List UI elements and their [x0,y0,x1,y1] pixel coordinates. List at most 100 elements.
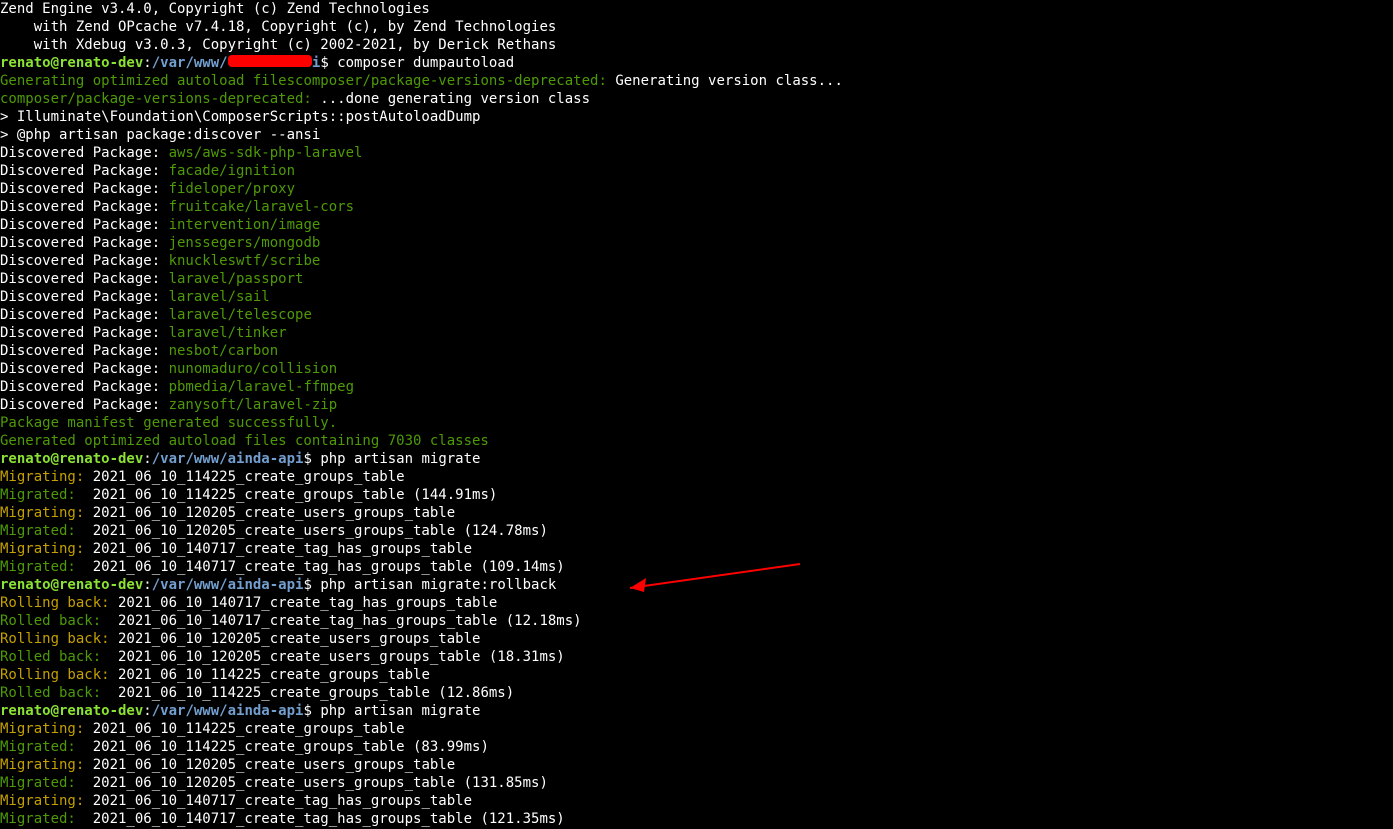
cmd-migrate[interactable]: php artisan migrate [320,451,480,467]
migration-status: Migrated: [0,739,76,755]
migration-line: 2021_06_10_120205_create_users_groups_ta… [76,523,548,539]
discovered-package: fideloper/proxy [169,181,295,197]
prompt-user-host: renato@renato-dev [0,577,143,593]
cwd-path: /var/www/ainda-api [152,703,304,719]
migration-status: Migrating: [0,541,84,557]
cwd-path: /var/www/ainda-api [152,451,304,467]
autoload-generated: Generated optimized autoload files conta… [0,433,489,449]
migration-line: 2021_06_10_114225_create_groups_table (1… [76,487,497,503]
rollback-status: Rolled back: [0,685,101,701]
discovered-package-label: Discovered Package: [0,271,169,287]
cwd-path: /var/www/ [152,55,228,71]
migration-line: 2021_06_10_120205_create_users_groups_ta… [76,775,548,791]
discovered-package: zanysoft/laravel-zip [169,397,338,413]
xdebug-line: with Xdebug v3.0.3, Copyright (c) 2002-2… [0,37,556,53]
discovered-package: intervention/image [169,217,321,233]
discovered-package-label: Discovered Package: [0,235,169,251]
prompt-dollar: $ [303,703,320,719]
migration-line: 2021_06_10_140717_create_tag_has_groups_… [84,793,472,809]
rollback-line: 2021_06_10_120205_create_users_groups_ta… [110,631,481,647]
cmd-migrate2[interactable]: php artisan migrate [320,703,480,719]
cmd-dumpautoload[interactable]: composer dumpautoload [337,55,514,71]
discovered-package: facade/ignition [169,163,295,179]
autoload-gen-files: Generating optimized autoload files [0,73,295,89]
prompt-colon: : [143,577,151,593]
prompt-dollar: $ [303,451,320,467]
migration-line: 2021_06_10_120205_create_users_groups_ta… [84,505,455,521]
discovered-package: pbmedia/laravel-ffmpeg [169,379,354,395]
cmd-rollback[interactable]: php artisan migrate:rollback [320,577,556,593]
cwd-path: /var/www/ainda-api [152,577,304,593]
migration-status: Migrating: [0,469,84,485]
discovered-package-label: Discovered Package: [0,397,169,413]
discovered-package-label: Discovered Package: [0,181,169,197]
discovered-package: laravel/sail [169,289,270,305]
migration-line: 2021_06_10_114225_create_groups_table [84,721,404,737]
migration-line: 2021_06_10_120205_create_users_groups_ta… [84,757,455,773]
pkg-versions-label: composer/package-versions-deprecated: [295,73,607,89]
rollback-line: 2021_06_10_140717_create_tag_has_groups_… [110,595,498,611]
rollback-status: Rolling back: [0,631,110,647]
prompt-colon: : [143,703,151,719]
discovered-package-label: Discovered Package: [0,145,169,161]
discovered-package-label: Discovered Package: [0,325,169,341]
migration-line: 2021_06_10_140717_create_tag_has_groups_… [76,811,565,827]
discovered-package: laravel/telescope [169,307,312,323]
migration-line: 2021_06_10_140717_create_tag_has_groups_… [76,559,565,575]
discovered-package-label: Discovered Package: [0,253,169,269]
migration-status: Migrating: [0,505,84,521]
discovered-package: laravel/passport [169,271,304,287]
rollback-status: Rolled back: [0,613,101,629]
discovered-package: nunomaduro/collision [169,361,338,377]
discovered-package-label: Discovered Package: [0,307,169,323]
discovered-package-label: Discovered Package: [0,379,169,395]
rollback-line: 2021_06_10_140717_create_tag_has_groups_… [101,613,581,629]
prompt-user-host: renato@renato-dev [0,451,143,467]
discovered-package: knuckleswtf/scribe [169,253,321,269]
discovered-package-label: Discovered Package: [0,361,169,377]
migration-status: Migrating: [0,721,84,737]
manifest-success: Package manifest generated successfully. [0,415,337,431]
discovered-package: aws/aws-sdk-php-laravel [169,145,363,161]
rollback-line: 2021_06_10_114225_create_groups_table (1… [101,685,514,701]
rollback-line: 2021_06_10_120205_create_users_groups_ta… [101,649,565,665]
discovered-package-label: Discovered Package: [0,199,169,215]
prompt-dollar: $ [303,577,320,593]
migration-line: 2021_06_10_114225_create_groups_table (8… [76,739,489,755]
prompt-user-host: renato@renato-dev [0,703,143,719]
migration-status: Migrated: [0,487,76,503]
pkg-versions-label: composer/package-versions-deprecated: [0,91,312,107]
terminal[interactable]: Zend Engine v3.4.0, Copyright (c) Zend T… [0,0,1393,828]
rollback-status: Rolling back: [0,667,110,683]
prompt-user-host: renato@renato-dev [0,55,143,71]
migration-line: 2021_06_10_114225_create_groups_table [84,469,404,485]
prompt-colon: : [143,55,151,71]
pkg-versions-msg: Generating version class... [607,73,843,89]
redaction-icon [228,55,312,67]
prompt-dollar: $ [320,55,337,71]
migration-status: Migrating: [0,793,84,809]
discovered-package: fruitcake/laravel-cors [169,199,354,215]
discovered-package-label: Discovered Package: [0,217,169,233]
migration-status: Migrated: [0,775,76,791]
migration-line: 2021_06_10_140717_create_tag_has_groups_… [84,541,472,557]
discovered-package: jenssegers/mongodb [169,235,321,251]
migration-status: Migrating: [0,757,84,773]
discovered-package: nesbot/carbon [169,343,279,359]
prompt-colon: : [143,451,151,467]
migration-status: Migrated: [0,523,76,539]
rollback-status: Rolled back: [0,649,101,665]
migration-status: Migrated: [0,559,76,575]
rollback-status: Rolling back: [0,595,110,611]
zend-engine-line: Zend Engine v3.4.0, Copyright (c) Zend T… [0,1,430,17]
post-autoload-dump: > Illuminate\Foundation\ComposerScripts:… [0,109,480,125]
discovered-package: laravel/tinker [169,325,287,341]
discovered-package-label: Discovered Package: [0,289,169,305]
discovered-package-label: Discovered Package: [0,163,169,179]
migration-status: Migrated: [0,811,76,827]
opcache-line: with Zend OPcache v7.4.18, Copyright (c)… [0,19,556,35]
package-discover: > @php artisan package:discover --ansi [0,127,320,143]
discovered-package-label: Discovered Package: [0,343,169,359]
rollback-line: 2021_06_10_114225_create_groups_table [110,667,430,683]
pkg-versions-done: ...done generating version class [312,91,590,107]
